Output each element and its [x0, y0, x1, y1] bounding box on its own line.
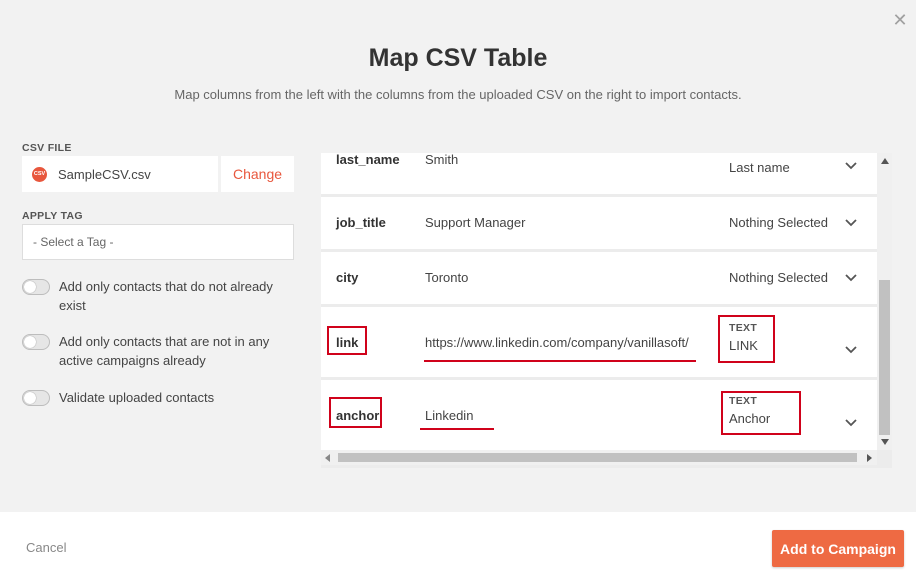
toggle-label: Validate uploaded contacts [59, 390, 215, 405]
column-name: city [336, 270, 359, 285]
chevron-down-icon[interactable] [844, 343, 858, 357]
toggle-row-validate: Validate uploaded contacts [22, 388, 282, 407]
field-mapping-select[interactable]: Last name [729, 160, 790, 175]
csv-file-box: CSV SampleCSV.csv [22, 156, 218, 192]
mapping-row-city: city Toronto Nothing Selected [321, 252, 877, 304]
field-type-label: TEXT [729, 322, 758, 334]
scroll-right-icon[interactable] [867, 454, 872, 462]
toggle-label: Add only contacts that do not already ex… [59, 279, 273, 313]
field-mapping-select[interactable]: Nothing Selected [729, 215, 828, 230]
add-to-campaign-button[interactable]: Add to Campaign [772, 530, 904, 567]
column-name: anchor [336, 408, 380, 423]
modal-subtitle: Map columns from the left with the colum… [174, 87, 742, 102]
scrollbar-thumb[interactable] [879, 280, 890, 435]
modal-title: Map CSV Table [368, 44, 548, 72]
column-name: link [336, 335, 359, 350]
mapping-table-viewport: last_name Smith Last name job_title Supp… [321, 153, 877, 450]
column-value: Support Manager [425, 215, 526, 230]
mapping-row-last-name: last_name Smith Last name [321, 153, 877, 194]
column-value: https://www.linkedin.com/company/vanilla… [425, 335, 689, 350]
column-name: job_title [336, 215, 386, 230]
chevron-down-icon[interactable] [844, 416, 858, 430]
change-file-button[interactable]: Change [221, 156, 294, 192]
field-type-label: TEXT [729, 395, 758, 407]
mapped-field: Last name [729, 160, 790, 175]
csv-file-icon: CSV [32, 166, 47, 182]
column-value: Toronto [425, 270, 469, 285]
cancel-button[interactable]: Cancel [26, 540, 66, 555]
scrollbar-thumb[interactable] [338, 453, 857, 462]
vertical-scrollbar[interactable] [877, 153, 892, 450]
mapping-row-anchor: anchor Linkedin TEXT Anchor [321, 380, 877, 450]
column-value: Linkedin [425, 408, 474, 423]
csv-file-name: SampleCSV.csv [58, 166, 151, 182]
toggle-row-new-contacts-only: Add only contacts that do not already ex… [22, 277, 282, 315]
apply-tag-label: APPLY TAG [22, 210, 83, 222]
chevron-down-icon[interactable] [844, 159, 858, 173]
tag-select[interactable]: - Select a Tag - [22, 224, 294, 260]
toggle-switch[interactable] [22, 334, 50, 350]
mapping-row-link: link https://www.linkedin.com/company/va… [321, 307, 877, 377]
field-mapping-select[interactable]: TEXT LINK [729, 322, 758, 353]
toggle-switch[interactable] [22, 390, 50, 406]
mapping-table: last_name Smith Last name job_title Supp… [321, 153, 892, 468]
chevron-down-icon[interactable] [844, 271, 858, 285]
modal-footer: Cancel Add to Campaign [0, 512, 916, 581]
field-mapping-select[interactable]: Nothing Selected [729, 270, 828, 285]
close-icon[interactable]: ✕ [891, 11, 909, 29]
toggle-row-not-in-campaigns: Add only contacts that are not in any ac… [22, 332, 282, 370]
toggle-switch[interactable] [22, 279, 50, 295]
mapping-row-job-title: job_title Support Manager Nothing Select… [321, 197, 877, 249]
mapped-field: LINK [729, 338, 758, 353]
scroll-up-icon[interactable] [881, 158, 889, 164]
column-value: Smith [425, 153, 459, 167]
scroll-down-icon[interactable] [881, 439, 889, 445]
csv-file-label: CSV FILE [22, 142, 72, 154]
mapped-field: Nothing Selected [729, 270, 829, 285]
toggle-label: Add only contacts that are not in any ac… [59, 334, 270, 368]
chevron-down-icon[interactable] [844, 216, 858, 230]
column-name: last_name [336, 153, 400, 167]
mapped-field: Nothing Selected [729, 215, 829, 230]
field-mapping-select[interactable]: TEXT Anchor [729, 395, 770, 426]
map-csv-modal: ✕ Map CSV Table Map columns from the lef… [0, 0, 916, 512]
scroll-left-icon[interactable] [325, 454, 330, 462]
mapped-field: Anchor [729, 411, 771, 426]
horizontal-scrollbar[interactable] [321, 450, 877, 465]
